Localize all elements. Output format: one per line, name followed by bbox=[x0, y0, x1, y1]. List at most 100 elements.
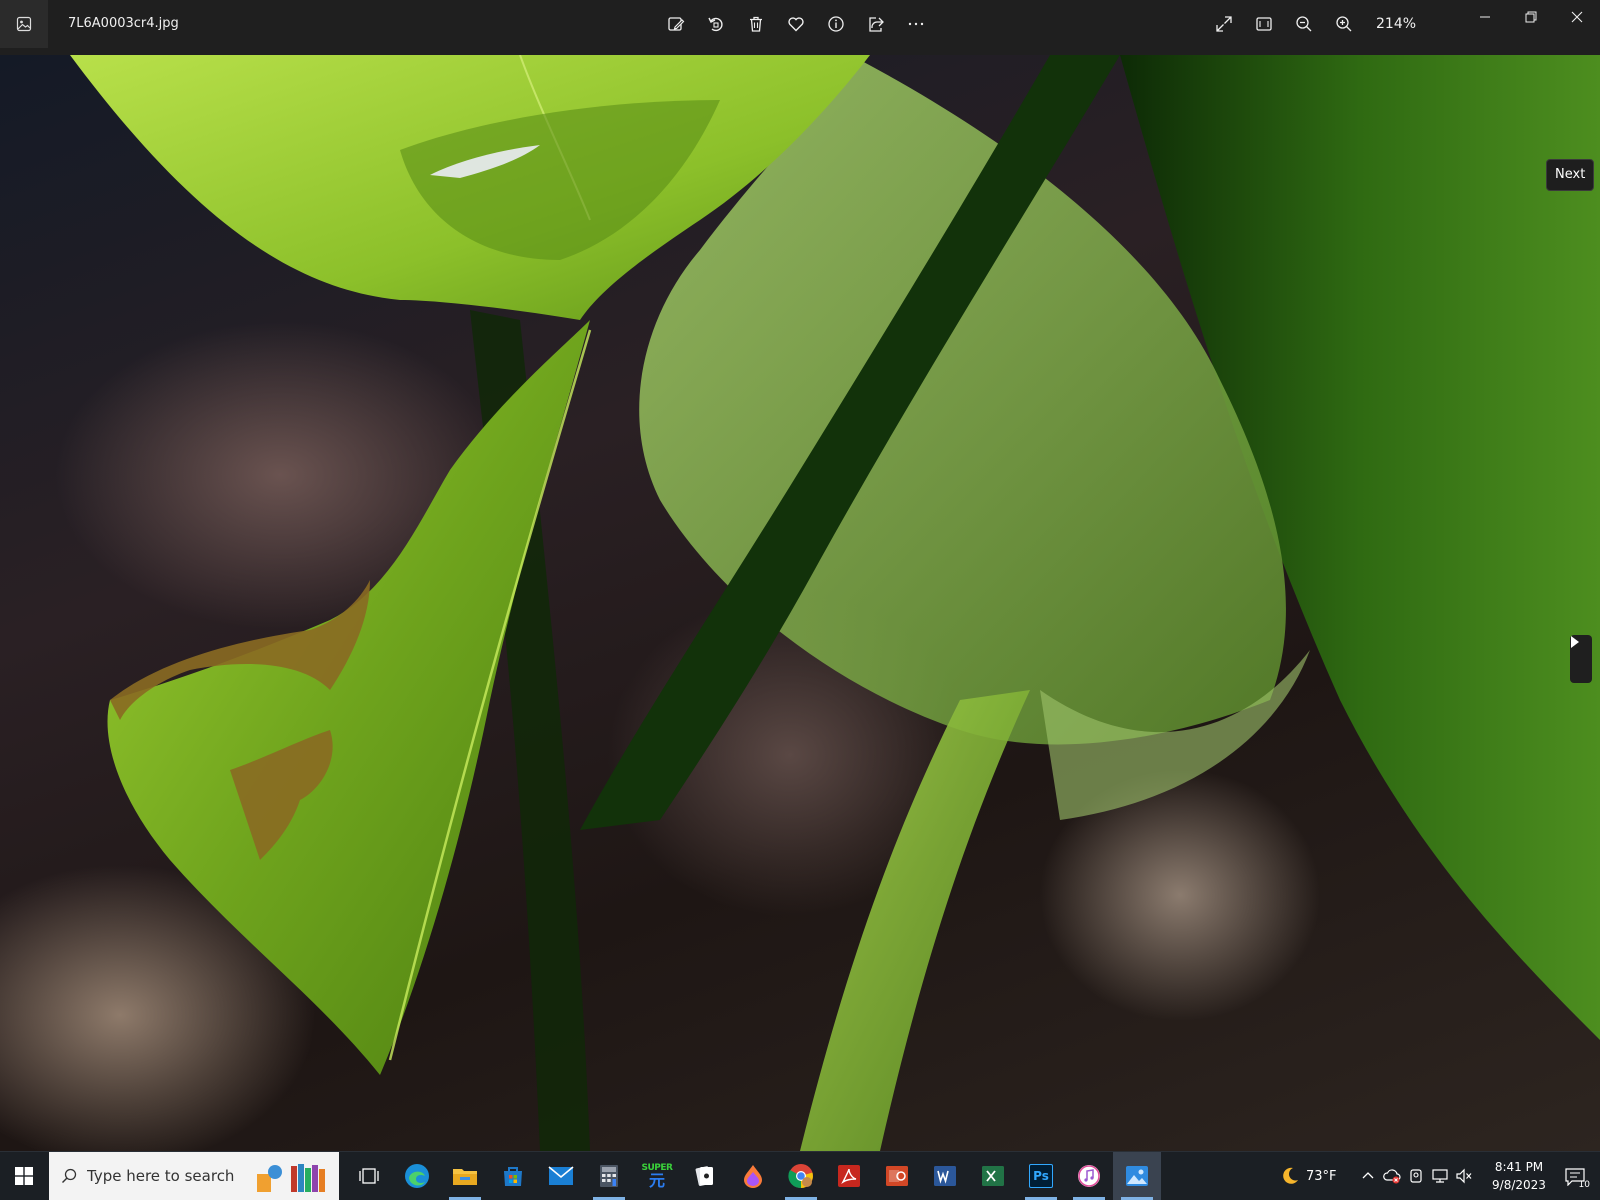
meet-now[interactable] bbox=[1407, 1167, 1425, 1185]
leaf-photo bbox=[70, 55, 1600, 1151]
photoshop-label: Ps bbox=[1033, 1169, 1049, 1183]
show-hidden-icons-button[interactable] bbox=[1359, 1167, 1377, 1185]
share-button[interactable] bbox=[860, 8, 892, 40]
delete-button[interactable] bbox=[740, 8, 772, 40]
photos-icon bbox=[1126, 1166, 1148, 1186]
taskbar-apps: SUPER 元 Ps bbox=[345, 1152, 1161, 1200]
acrobat-icon bbox=[838, 1165, 860, 1187]
clock-date: 9/8/2023 bbox=[1492, 1178, 1546, 1192]
restore-button[interactable] bbox=[1508, 0, 1554, 34]
super-app-icon: SUPER 元 bbox=[641, 1162, 673, 1190]
moon-icon bbox=[1283, 1167, 1298, 1184]
info-button[interactable] bbox=[820, 8, 852, 40]
taskbar-microsoft-store[interactable] bbox=[489, 1152, 537, 1200]
close-icon bbox=[1571, 11, 1583, 23]
expand-icon bbox=[1216, 16, 1232, 32]
camera-icon bbox=[1409, 1169, 1422, 1183]
edit-image-button[interactable] bbox=[660, 8, 692, 40]
folder-icon bbox=[453, 1169, 477, 1185]
volume-muted-icon bbox=[1455, 1168, 1471, 1184]
full-screen-button[interactable] bbox=[1208, 8, 1240, 40]
taskbar-file-explorer[interactable] bbox=[441, 1152, 489, 1200]
volume-control[interactable] bbox=[1455, 1167, 1473, 1185]
taskbar-photoshop[interactable]: Ps bbox=[1017, 1152, 1065, 1200]
itunes-icon bbox=[1078, 1165, 1100, 1187]
file-name: 7L6A0003cr4.jpg bbox=[68, 16, 179, 31]
task-view-button[interactable] bbox=[345, 1152, 393, 1200]
powerpoint-icon bbox=[886, 1166, 908, 1186]
favorite-icon bbox=[788, 17, 804, 32]
zoom-level[interactable]: 214% bbox=[1376, 16, 1416, 32]
tray-icons bbox=[1359, 1167, 1473, 1185]
edit-image-icon bbox=[668, 17, 685, 31]
calculator-icon bbox=[600, 1165, 618, 1187]
task-view-icon bbox=[359, 1168, 379, 1184]
search-input[interactable] bbox=[87, 1167, 267, 1185]
taskbar-powerpoint[interactable] bbox=[873, 1152, 921, 1200]
photos-app-window: 7L6A0003cr4.jpg 214% Next Type here to s… bbox=[0, 0, 1600, 1200]
taskbar: SUPER 元 bbox=[0, 1151, 1600, 1200]
word-icon bbox=[934, 1166, 956, 1186]
title-bar: 7L6A0003cr4.jpg 214% bbox=[0, 0, 1600, 55]
chrome-icon bbox=[788, 1164, 813, 1189]
share-icon bbox=[869, 17, 884, 32]
cards-icon bbox=[695, 1166, 713, 1186]
zoom-in-icon bbox=[1336, 16, 1352, 32]
taskbar-calculator[interactable] bbox=[585, 1152, 633, 1200]
taskbar-edge[interactable] bbox=[393, 1152, 441, 1200]
zoom-in-button[interactable] bbox=[1328, 8, 1360, 40]
notification-center-button[interactable]: 10 bbox=[1558, 1162, 1592, 1192]
network-status[interactable] bbox=[1431, 1167, 1449, 1185]
weather-temp: 73°F bbox=[1306, 1168, 1337, 1184]
fit-window-icon bbox=[1256, 17, 1272, 31]
clock[interactable]: 8:41 PM 9/8/2023 bbox=[1484, 1158, 1554, 1194]
cloud-error-icon bbox=[1382, 1169, 1401, 1184]
view-tools: 214% bbox=[1208, 8, 1416, 40]
zoom-out-icon bbox=[1296, 16, 1312, 32]
minimize-icon bbox=[1480, 16, 1490, 18]
network-icon bbox=[1431, 1169, 1448, 1183]
photo-canvas[interactable]: Next bbox=[0, 55, 1600, 1151]
weather-widget[interactable]: 73°F bbox=[1280, 1166, 1337, 1186]
taskbar-word[interactable] bbox=[921, 1152, 969, 1200]
search-icon bbox=[62, 1168, 77, 1183]
search-box[interactable] bbox=[49, 1152, 339, 1200]
windows-logo-icon bbox=[15, 1167, 33, 1185]
store-icon bbox=[504, 1167, 522, 1186]
notification-count: 10 bbox=[1578, 1180, 1590, 1190]
system-tray: 73°F bbox=[1280, 1152, 1473, 1200]
toolbar bbox=[660, 8, 932, 40]
taskbar-acrobat[interactable] bbox=[825, 1152, 873, 1200]
next-image-button[interactable] bbox=[1570, 635, 1592, 683]
rotate-icon bbox=[708, 17, 723, 32]
close-button[interactable] bbox=[1554, 0, 1600, 34]
paint-drop-icon bbox=[744, 1165, 762, 1188]
chevron-up-icon bbox=[1362, 1172, 1373, 1179]
books-search-highlight-icon bbox=[257, 1164, 325, 1192]
taskbar-chrome[interactable] bbox=[777, 1152, 825, 1200]
taskbar-mail[interactable] bbox=[537, 1152, 585, 1200]
taskbar-solitaire[interactable] bbox=[681, 1152, 729, 1200]
favorite-button[interactable] bbox=[780, 8, 812, 40]
more-icon bbox=[908, 22, 924, 26]
delete-icon bbox=[750, 16, 762, 32]
minimize-button[interactable] bbox=[1462, 0, 1508, 34]
clock-time: 8:41 PM bbox=[1494, 1160, 1544, 1174]
restore-icon bbox=[1525, 11, 1537, 23]
rotate-button[interactable] bbox=[700, 8, 732, 40]
taskbar-super-app[interactable]: SUPER 元 bbox=[633, 1152, 681, 1200]
taskbar-paint-3d[interactable] bbox=[729, 1152, 777, 1200]
taskbar-photos[interactable] bbox=[1113, 1152, 1161, 1200]
mail-icon bbox=[548, 1166, 574, 1185]
more-button[interactable] bbox=[900, 8, 932, 40]
taskbar-excel[interactable] bbox=[969, 1152, 1017, 1200]
taskbar-itunes[interactable] bbox=[1065, 1152, 1113, 1200]
fit-to-window-button[interactable] bbox=[1248, 8, 1280, 40]
next-tooltip: Next bbox=[1546, 159, 1595, 191]
photos-app-icon[interactable] bbox=[0, 0, 48, 48]
excel-icon bbox=[982, 1166, 1004, 1186]
onedrive-status[interactable] bbox=[1382, 1167, 1401, 1185]
window-controls bbox=[1462, 0, 1600, 34]
start-button[interactable] bbox=[0, 1152, 48, 1200]
zoom-out-button[interactable] bbox=[1288, 8, 1320, 40]
